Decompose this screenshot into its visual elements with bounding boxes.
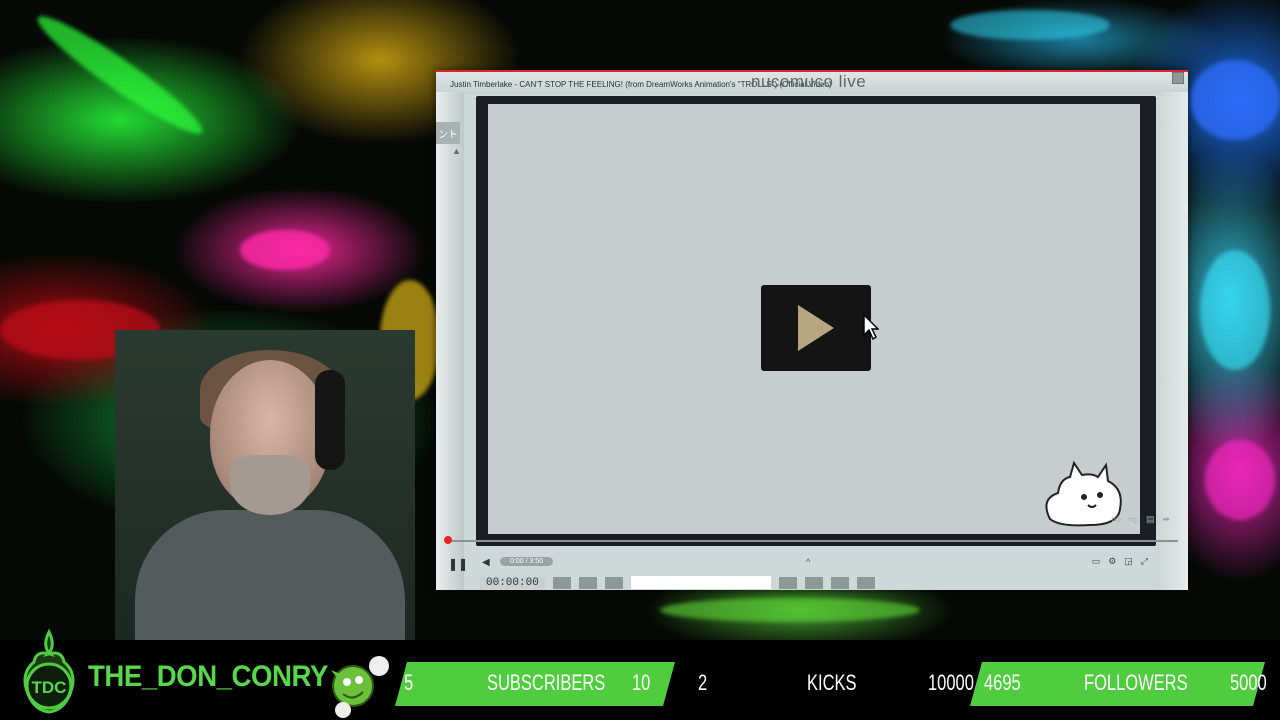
progress-handle[interactable] [444, 536, 452, 544]
subscribers-label: SUBSCRIBERS [487, 670, 606, 695]
bg-streak [950, 10, 1110, 40]
rewind-icon[interactable] [578, 576, 597, 589]
streamer-username: THE_DON_CONRY [88, 660, 328, 693]
logo-text: TDC [32, 678, 67, 697]
settings-icon[interactable]: ⚙ [1108, 556, 1116, 567]
fast-forward-icon[interactable] [604, 576, 623, 589]
chevron-up-icon[interactable]: ^ [806, 557, 810, 567]
control-icons: ▭ ⚙ ◲ ⤢ [1092, 556, 1148, 567]
kicks-current: 2 [698, 670, 708, 695]
fullscreen-icon[interactable]: ⤢ [1141, 556, 1148, 567]
video-overlay-icons: 👍︎ 👎︎ ▤ ➦ [1111, 514, 1170, 525]
progress-track[interactable] [446, 540, 1178, 542]
headset [315, 370, 345, 470]
play-button[interactable] [761, 285, 871, 371]
mouse-cursor-icon [863, 314, 879, 340]
kicks-goal: 10000 [928, 670, 974, 695]
channel-logo: TDC [23, 628, 75, 714]
followers-current: 4695 [984, 670, 1021, 695]
pause-icon[interactable]: ❚❚ [448, 556, 468, 572]
kicks-label: KICKS [807, 670, 857, 695]
left-sidebar [436, 92, 464, 590]
miniplayer-icon[interactable]: ◲ [1124, 556, 1133, 567]
thumbs-up-icon[interactable]: 👍︎ [1111, 514, 1120, 525]
mute-icon[interactable] [856, 576, 875, 589]
chevron-up-icon[interactable]: ▲ [452, 146, 461, 156]
stream-scene: Justin Timberlake - CAN'T STOP THE FEELI… [0, 0, 1280, 720]
bg-streak [240, 230, 330, 270]
bg-streak [660, 598, 920, 622]
window-titlebar: Justin Timberlake - CAN'T STOP THE FEELI… [436, 70, 1188, 94]
share-icon[interactable]: ➦ [1162, 514, 1170, 525]
goblin-emote-icon [331, 656, 389, 718]
webcam-feed [115, 330, 415, 640]
bg-streak [1200, 250, 1270, 370]
streamer-beard [230, 455, 310, 515]
play-icon[interactable] [552, 576, 571, 589]
followers-label: FOLLOWERS [1084, 670, 1188, 695]
editor-toolbar: 00:00:00 [480, 575, 1180, 590]
browser-window: Justin Timberlake - CAN'T STOP THE FEELI… [436, 70, 1188, 590]
thumbs-down-icon[interactable]: 👎︎ [1129, 514, 1138, 525]
link-icon[interactable] [830, 576, 849, 589]
subscribers-current: 5 [404, 670, 414, 695]
time-display: 0:00 / 3:50 [500, 557, 554, 566]
play-icon [798, 305, 834, 351]
site-logo: nucomuco live [751, 72, 867, 91]
bg-streak [1205, 440, 1275, 520]
timecode-counter: 00:00:00 [480, 576, 545, 589]
followers-goal: 5000 [1230, 670, 1267, 695]
text-field[interactable] [630, 576, 771, 589]
subtitles-icon[interactable]: ▭ [1092, 556, 1101, 567]
subscribers-goal: 10 [632, 670, 651, 695]
streamer-shirt [135, 510, 405, 640]
loop-icon[interactable] [778, 576, 797, 589]
volume-icon[interactable]: ◀ [482, 557, 490, 568]
sidebar-tab[interactable]: ント [436, 122, 460, 144]
close-icon[interactable] [1172, 72, 1184, 84]
bg-streak [29, 5, 211, 145]
video-player[interactable] [476, 96, 1156, 546]
bg-streak [1190, 60, 1280, 140]
comment-icon[interactable]: ▤ [1146, 514, 1155, 525]
video-screen[interactable] [488, 104, 1140, 534]
grid-icon[interactable] [804, 576, 823, 589]
